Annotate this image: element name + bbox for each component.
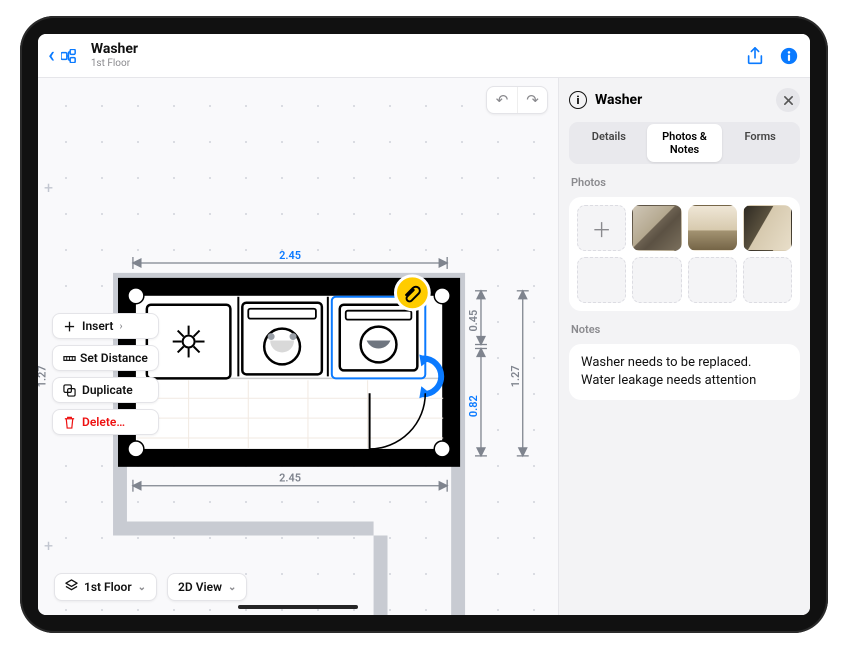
set-distance-label: Set Distance xyxy=(80,351,148,365)
top-bar: ‹ Washer 1st Floor xyxy=(38,34,810,78)
set-distance-button[interactable]: Set Distance xyxy=(52,345,159,371)
tab-details[interactable]: Details xyxy=(571,124,647,162)
dimension-left-height: 1.27 xyxy=(38,365,48,387)
floor-selector[interactable]: 1st Floor ⌄ xyxy=(54,573,157,601)
bottom-controls: 1st Floor ⌄ 2D View ⌄ xyxy=(54,573,247,601)
notes-text[interactable]: Washer needs to be replaced. Water leaka… xyxy=(569,344,800,400)
dimension-top-width: 2.45 xyxy=(279,249,301,262)
photos-section-label: Photos xyxy=(571,176,798,189)
photos-card: ＋ xyxy=(569,197,800,311)
photo-thumbnail[interactable] xyxy=(688,205,737,251)
floor-plan-canvas[interactable]: ↶ ↷ xyxy=(38,78,558,615)
inspector-tabs: Details Photos & Notes Forms xyxy=(569,122,800,164)
chevron-down-icon: ⌄ xyxy=(138,582,146,593)
dimension-sel-width: 0.45 xyxy=(467,310,480,332)
appliance-washer-1[interactable] xyxy=(242,303,322,375)
home-indicator xyxy=(238,605,358,609)
plus-icon: ＋ xyxy=(63,320,76,333)
duplicate-button[interactable]: Duplicate xyxy=(52,377,159,403)
share-button[interactable] xyxy=(744,45,766,67)
hierarchy-icon[interactable] xyxy=(61,49,81,63)
photo-thumbnail[interactable] xyxy=(632,205,681,251)
context-menu: ＋ Insert › Set Distance Du xyxy=(52,313,159,435)
page-title: Washer xyxy=(91,42,138,57)
duplicate-icon xyxy=(63,384,76,397)
inspector-title: Washer xyxy=(595,92,642,108)
insert-label: Insert xyxy=(82,319,113,333)
inspector-panel: i Washer Details Photos & Notes Forms Ph… xyxy=(558,78,810,615)
attachment-badge-icon[interactable] xyxy=(395,276,429,310)
trash-icon xyxy=(63,416,76,429)
photo-placeholder[interactable] xyxy=(688,257,737,303)
view-label: 2D View xyxy=(178,580,222,594)
dimension-sel-height: 0.82 xyxy=(467,395,480,417)
notes-section-label: Notes xyxy=(571,323,798,336)
tab-forms[interactable]: Forms xyxy=(722,124,798,162)
insert-button[interactable]: ＋ Insert › xyxy=(52,313,159,339)
plus-icon: ＋ xyxy=(592,214,612,243)
floor-label: 1st Floor xyxy=(84,580,132,594)
back-button[interactable]: ‹ xyxy=(48,45,55,67)
add-photo-button[interactable]: ＋ xyxy=(577,205,626,251)
dimension-bottom-width: 2.45 xyxy=(279,472,301,485)
ruler-icon xyxy=(63,352,76,365)
chevron-down-icon: ⌄ xyxy=(228,582,236,593)
duplicate-label: Duplicate xyxy=(82,383,133,397)
photo-thumbnail[interactable] xyxy=(743,205,792,251)
view-selector[interactable]: 2D View ⌄ xyxy=(167,573,247,601)
tab-photos-notes[interactable]: Photos & Notes xyxy=(647,124,723,162)
dimension-right-height: 1.27 xyxy=(509,365,522,387)
layers-icon xyxy=(65,579,78,595)
appliance-dryer[interactable] xyxy=(147,305,231,379)
photo-placeholder[interactable] xyxy=(577,257,626,303)
info-icon: i xyxy=(569,91,587,109)
page-title-block: Washer 1st Floor xyxy=(91,42,138,68)
close-button[interactable] xyxy=(776,88,800,112)
photo-placeholder[interactable] xyxy=(632,257,681,303)
chevron-right-icon: › xyxy=(119,321,122,332)
delete-button[interactable]: Delete… xyxy=(52,409,159,435)
photo-placeholder[interactable] xyxy=(743,257,792,303)
delete-label: Delete… xyxy=(82,415,125,429)
info-button[interactable] xyxy=(778,45,800,67)
page-subtitle: 1st Floor xyxy=(91,58,138,69)
